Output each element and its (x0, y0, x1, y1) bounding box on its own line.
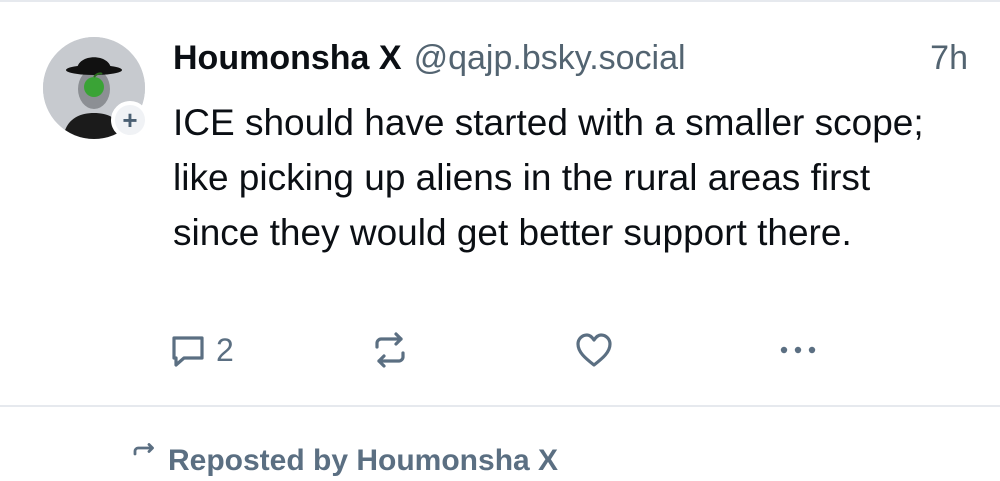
post-timestamp[interactable]: 7h (930, 39, 968, 78)
author-display-name[interactable]: Houmonsha X (173, 39, 402, 78)
repost-icon (130, 442, 160, 480)
more-dots-icon (776, 340, 820, 360)
post-header: Houmonsha X @qajp.bsky.social 7h (173, 39, 968, 83)
follow-plus-button[interactable]: + (111, 101, 149, 139)
post-text: ICE should have started with a smaller s… (173, 102, 924, 253)
reposted-by-line[interactable]: Reposted by Houmonsha X (130, 441, 558, 481)
post-actions: 2 (168, 328, 968, 372)
repost-icon (368, 330, 412, 370)
post-card[interactable]: + Houmonsha X @qajp.bsky.social 7h ICE s… (0, 2, 1000, 406)
post-divider (0, 405, 1000, 407)
plus-icon: + (122, 105, 138, 135)
reposted-by-text: Reposted by Houmonsha X (168, 444, 559, 477)
author-handle[interactable]: @qajp.bsky.social (414, 39, 686, 78)
avatar-container[interactable]: + (43, 37, 149, 141)
repost-button[interactable] (368, 328, 412, 372)
more-button[interactable] (776, 328, 820, 372)
reply-bubble-icon (168, 330, 208, 370)
reply-button[interactable]: 2 (168, 328, 234, 372)
like-button[interactable] (573, 328, 615, 372)
reply-count: 2 (216, 331, 234, 368)
heart-icon (573, 330, 615, 370)
